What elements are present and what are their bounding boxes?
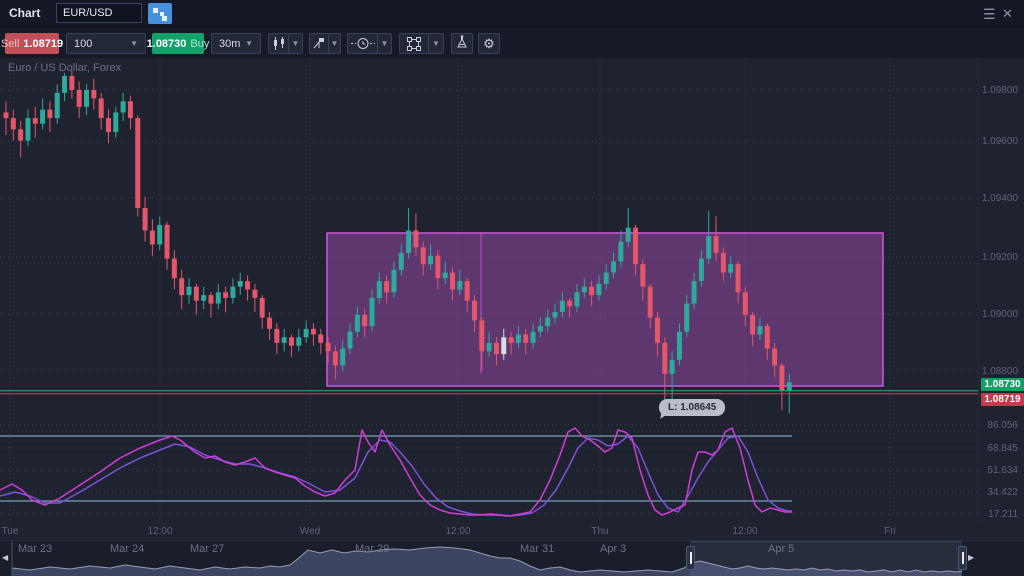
navigator-date-label: Apr 3 [600,543,626,555]
candlestick-chart[interactable] [0,0,1024,576]
menu-icon[interactable]: ☰ [983,7,999,21]
indicator-tick-label: 17.211 [988,509,1018,520]
analyze-button[interactable] [451,33,473,54]
time-tick-label: 12:00 [732,526,757,537]
low-price-tooltip: L: 1.08645 [659,399,725,416]
navigator-date-label: Mar 27 [190,543,224,555]
chevron-down-icon[interactable]: ▼ [378,34,391,53]
time-tick-label: 12:00 [147,526,172,537]
price-tick-label: 1.09000 [982,309,1018,320]
scroll-left-icon[interactable]: ◀ [2,553,8,562]
ask-price-badge: 1.08730 [981,378,1024,391]
price-tick-label: 1.09200 [982,252,1018,263]
page-title: Chart [9,6,40,20]
chevron-down-icon[interactable]: ▼ [289,34,302,53]
window-title-bar: Chart ☰ ✕ [0,0,1024,27]
indicator-tick-label: 86.056 [987,420,1018,431]
drawing-tools-button[interactable]: ▼ [399,33,444,54]
candlestick-type-icon [269,34,288,53]
time-tick-label: Tue [2,526,19,537]
chart-type-button[interactable]: ▼ [268,33,303,54]
scroll-right-icon[interactable]: ▶ [968,553,974,562]
indicators-button[interactable]: ▼ [309,33,341,54]
navigator-date-label: Mar 29 [355,543,389,555]
quantity-dropdown[interactable]: 100▼ [66,33,146,54]
time-tick-label: Thu [591,526,608,537]
chevron-down-icon[interactable]: ▼ [329,34,340,53]
multi-chart-icon[interactable] [148,3,172,24]
settings-button[interactable]: ⚙ [478,33,500,54]
sell-button[interactable]: Sell 1.08719 [5,33,59,54]
indicator-tick-label: 68.845 [987,443,1018,454]
navigator-date-label: Mar 31 [520,543,554,555]
navigator-left-handle[interactable] [686,546,695,570]
chart-navigator[interactable]: ◀ ▶ Mar 23 Mar 24 Mar 27 Mar 29 Mar 31 Apr 3 A… [0,540,1024,576]
instrument-label: Euro / US Dollar, Forex [8,62,121,74]
chevron-down-icon: ▼ [245,39,253,48]
navigator-date-label: Apr 5 [768,543,794,555]
close-icon[interactable]: ✕ [1002,6,1016,21]
price-tick-label: 1.08800 [982,366,1018,377]
drawing-frame-icon [400,34,428,53]
time-axis[interactable]: Tue 12:00 Wed 12:00 Thu 12:00 Fri [0,524,978,540]
navigator-date-label: Mar 23 [18,543,52,555]
periodicity-clock-icon [348,34,377,53]
price-tick-label: 1.09800 [982,85,1018,96]
navigator-selection-window[interactable] [690,541,962,576]
chart-toolbar: Sell 1.08719 100▼ 1.08730 Buy 30m▼ ▼ ▼ ▼… [0,27,1024,58]
time-tick-label: Fri [884,526,896,537]
timeframe-dropdown[interactable]: 30m▼ [211,33,261,54]
navigator-right-handle[interactable] [958,546,967,570]
bid-price-badge: 1.08719 [981,393,1024,406]
chevron-down-icon[interactable]: ▼ [429,34,443,53]
periodicity-button[interactable]: ▼ [347,33,392,54]
indicator-tick-label: 51.634 [987,465,1018,476]
price-tick-label: 1.09600 [982,136,1018,147]
time-tick-label: Wed [300,526,320,537]
time-tick-label: 12:00 [445,526,470,537]
price-axis[interactable]: 1.08730 1.08719 1.09800 1.09600 1.09400 1.0… [978,58,1024,524]
chevron-down-icon: ▼ [130,39,138,48]
indicators-icon [310,34,328,53]
analyze-flask-icon [456,35,468,52]
settings-gear-icon: ⚙ [483,36,495,52]
symbol-input[interactable] [56,3,142,23]
navigator-date-label: Mar 24 [110,543,144,555]
indicator-tick-label: 34.422 [987,487,1018,498]
price-tick-label: 1.09400 [982,193,1018,204]
buy-button[interactable]: 1.08730 Buy [152,33,204,54]
